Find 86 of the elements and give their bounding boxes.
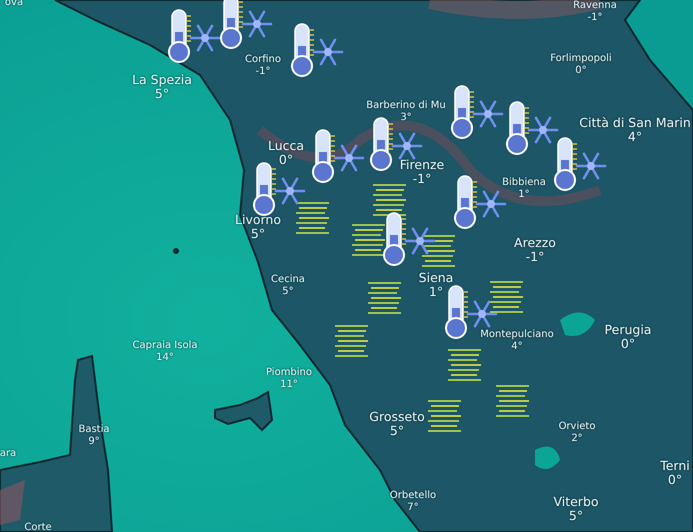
place-name: Capraia Isola bbox=[132, 340, 198, 352]
rain-streaks-icon bbox=[335, 325, 368, 357]
thermometer-icon bbox=[291, 23, 314, 77]
place-name: Firenze bbox=[400, 158, 444, 172]
temperature-label: 5° bbox=[390, 424, 404, 439]
temperature-label: 2° bbox=[571, 432, 583, 444]
place-name: Bastia bbox=[78, 424, 110, 436]
temperature-label: 9° bbox=[88, 436, 100, 447]
mountain-shading bbox=[0, 480, 25, 525]
place-name: Perugia bbox=[604, 323, 652, 338]
place-name: ara bbox=[0, 448, 16, 460]
rain-streaks-icon bbox=[448, 349, 481, 381]
rain-streaks-icon bbox=[422, 235, 455, 267]
place-name: Cecina bbox=[271, 274, 305, 286]
temperature-label: 1° bbox=[428, 285, 444, 300]
temperature-label: 4° bbox=[511, 340, 523, 352]
temperature-label: 5° bbox=[282, 286, 294, 297]
place-name: Corfino bbox=[245, 54, 281, 66]
temperature-label: 5° bbox=[568, 509, 584, 524]
temperature-label: 14° bbox=[156, 352, 174, 363]
place-name: Piombino bbox=[266, 367, 312, 378]
place-name: Bibbiena bbox=[502, 177, 546, 188]
thermometer-icon bbox=[554, 137, 577, 191]
temperature-label: 5° bbox=[250, 227, 266, 242]
place-name: Orbetello bbox=[390, 490, 436, 502]
lake-shape bbox=[535, 446, 560, 469]
temperature-label: 0° bbox=[278, 153, 294, 168]
thermometer-icon bbox=[451, 85, 474, 139]
lake-shape bbox=[560, 312, 595, 336]
snowflake-icon bbox=[404, 228, 436, 254]
rain-streaks-icon bbox=[428, 400, 461, 432]
thermometer-icon bbox=[370, 117, 393, 171]
island-shape bbox=[214, 390, 274, 432]
temperature-label: -1° bbox=[412, 172, 432, 187]
place-name: Arezzo bbox=[514, 236, 556, 250]
snowflake-icon bbox=[242, 10, 272, 38]
place-name: Viterbo bbox=[553, 495, 599, 510]
place-name: Ravenna bbox=[573, 0, 617, 12]
place-name: Grosseto bbox=[369, 410, 425, 424]
place-name: Corte bbox=[24, 522, 52, 532]
snowflake-icon bbox=[334, 144, 364, 172]
thermometer-icon bbox=[312, 129, 335, 183]
thermometer-icon bbox=[168, 9, 191, 63]
temperature-label: -1° bbox=[588, 12, 602, 23]
snowflake-icon bbox=[392, 132, 422, 160]
place-name: Barberino di Mu bbox=[366, 100, 446, 112]
temperature-label: -1° bbox=[256, 66, 270, 77]
snowflake-icon bbox=[466, 300, 498, 328]
snowflake-icon bbox=[190, 24, 220, 52]
temperature-label: 1° bbox=[518, 188, 530, 200]
temperature-label: 5° bbox=[154, 87, 170, 102]
snowflake-icon bbox=[472, 100, 504, 128]
place-name: Siena bbox=[418, 271, 454, 286]
snowflake-icon bbox=[576, 152, 606, 180]
rain-streaks-icon bbox=[490, 281, 523, 313]
rain-streaks-icon bbox=[296, 202, 329, 234]
temperature-label: 7° bbox=[407, 502, 419, 513]
rain-streaks-icon bbox=[368, 282, 401, 314]
rain-streaks-icon bbox=[352, 224, 385, 256]
thermometer-icon bbox=[220, 0, 243, 49]
temperature-label: 0° bbox=[575, 64, 587, 76]
place-name: La Spezia bbox=[132, 73, 192, 88]
place-name: Città di San Marin bbox=[579, 116, 691, 130]
place-name: Montepulciano bbox=[480, 329, 554, 340]
place-name: Terni bbox=[660, 459, 690, 474]
thermometer-icon bbox=[506, 101, 529, 155]
temperature-label: -1° bbox=[526, 250, 544, 265]
temperature-label: 4° bbox=[628, 130, 642, 145]
temperature-label: 11° bbox=[280, 378, 298, 390]
place-name: Forlimpopoli bbox=[550, 53, 612, 64]
snowflake-icon bbox=[312, 38, 344, 66]
place-name: Orvieto bbox=[558, 421, 596, 432]
place-name: Lucca bbox=[268, 139, 304, 154]
thermometer-icon bbox=[454, 175, 477, 229]
thermometer-icon bbox=[445, 285, 468, 339]
place-name: Livorno bbox=[235, 213, 281, 228]
temperature-label: 3° bbox=[400, 112, 412, 123]
snowflake-icon bbox=[528, 116, 558, 144]
temperature-label: 0° bbox=[620, 337, 636, 352]
snowflake-icon bbox=[476, 190, 506, 218]
snowflake-icon bbox=[274, 178, 306, 204]
rain-streaks-icon bbox=[373, 184, 406, 216]
thermometer-icon bbox=[383, 212, 406, 266]
temperature-label: 0° bbox=[668, 473, 682, 488]
rain-streaks-icon bbox=[496, 385, 529, 417]
thermometer-icon bbox=[253, 162, 276, 216]
